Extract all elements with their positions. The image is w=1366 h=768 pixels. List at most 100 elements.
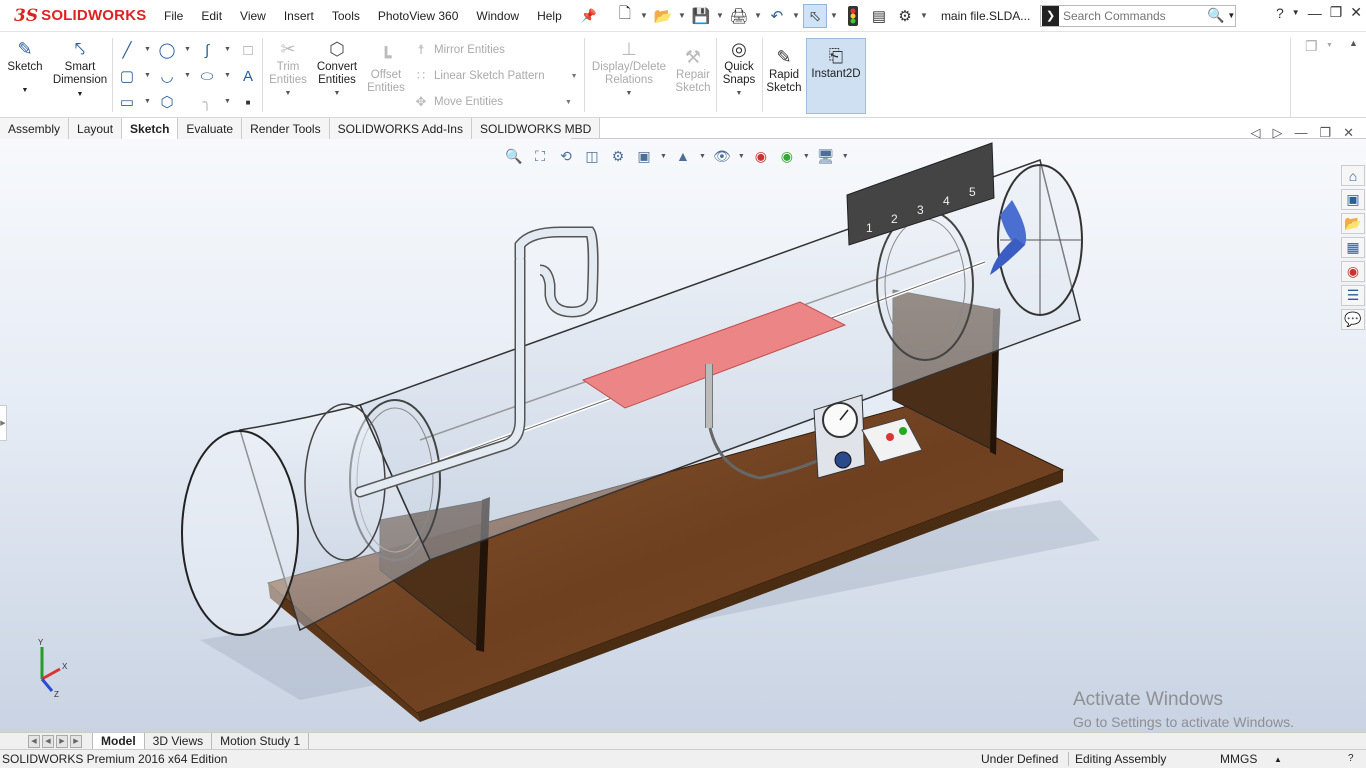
minimize-icon[interactable]: — xyxy=(1294,125,1307,141)
chevron-down-icon[interactable]: ▼ xyxy=(803,153,810,160)
menu-photoview[interactable]: PhotoView 360 xyxy=(369,9,468,23)
open-folder-icon[interactable]: 📂 xyxy=(651,4,675,28)
chevron-down-icon[interactable]: ▼ xyxy=(1227,11,1235,20)
chevron-down-icon[interactable]: ▼ xyxy=(224,46,231,53)
dynamic-annotation-icon[interactable]: ⚙ xyxy=(608,146,628,166)
fillet-icon[interactable]: ╮ xyxy=(198,93,216,111)
view-orientation-icon[interactable]: ▣ xyxy=(634,146,654,166)
construction-geometry-icon[interactable]: □ xyxy=(239,41,257,59)
tab-motion-study-1[interactable]: Motion Study 1 xyxy=(212,733,310,749)
u-tube[interactable] xyxy=(514,226,599,318)
chevron-down-icon[interactable]: ▼ xyxy=(753,11,763,20)
zoom-to-area-icon[interactable]: ⛶ xyxy=(530,146,550,166)
repair-sketch-button[interactable]: ⚒ Repair Sketch xyxy=(672,46,714,95)
chevron-down-icon[interactable]: ▼ xyxy=(285,87,292,100)
menu-file[interactable]: File xyxy=(155,9,192,23)
collapse-ribbon-icon[interactable]: ▲ xyxy=(1349,38,1358,48)
tab-solidworks-add-ins[interactable]: SOLIDWORKS Add-Ins xyxy=(329,118,472,139)
display-delete-relations-button[interactable]: ⊥ Display/Delete Relations ▼ xyxy=(590,38,668,100)
tab-model[interactable]: Model xyxy=(92,733,145,749)
menu-tools[interactable]: Tools xyxy=(323,9,369,23)
next-tab-icon[interactable]: ▶ xyxy=(56,734,68,748)
wind-tunnel-model[interactable]: 1 2 3 4 5 xyxy=(0,139,1366,732)
zoom-to-fit-icon[interactable]: 🔍 xyxy=(504,146,524,166)
unit-system[interactable]: MMGS xyxy=(1220,752,1257,766)
chevron-down-icon[interactable]: ▼ xyxy=(224,72,231,79)
file-explorer-icon[interactable]: 📂 xyxy=(1341,213,1365,234)
close-icon[interactable]: ✕ xyxy=(1343,125,1354,141)
smart-dimension-button[interactable]: ⤣ Smart Dimension ▼ xyxy=(52,38,108,101)
point-icon[interactable]: ■ xyxy=(239,93,257,111)
tab-evaluate[interactable]: Evaluate xyxy=(178,118,243,139)
previous-tab-icon[interactable]: ◀ xyxy=(42,734,54,748)
instant2d-button[interactable]: ⎗ Instant2D xyxy=(806,38,866,114)
chevron-down-icon[interactable]: ▼ xyxy=(829,11,839,20)
pin-icon[interactable]: 📌 xyxy=(581,8,597,24)
chevron-down-icon[interactable]: ▼ xyxy=(184,72,191,79)
display-style-icon[interactable]: ▲ xyxy=(673,146,693,166)
chevron-down-icon[interactable]: ▼ xyxy=(639,11,649,20)
restore-icon[interactable]: ❐ xyxy=(1319,125,1331,141)
chevron-down-icon[interactable]: ▼ xyxy=(144,46,151,53)
circle-icon[interactable]: ◯ xyxy=(158,41,176,59)
restore-icon[interactable]: ❐ xyxy=(1330,4,1343,21)
chevron-down-icon[interactable]: ▼ xyxy=(677,11,687,20)
chevron-down-icon[interactable]: ▼ xyxy=(738,153,745,160)
ellipse-icon[interactable]: ⬭ xyxy=(198,67,216,85)
menu-help[interactable]: Help xyxy=(528,9,571,23)
rebuild-traffic-light-icon[interactable] xyxy=(841,4,865,28)
chevron-down-icon[interactable]: ▼ xyxy=(842,153,849,160)
select-pointer-icon[interactable]: ⬁ xyxy=(802,3,827,28)
menu-insert[interactable]: Insert xyxy=(275,9,323,23)
spline-icon[interactable]: ∫ xyxy=(198,41,216,59)
chevron-up-icon[interactable]: ▲ xyxy=(1274,755,1282,764)
chevron-down-icon[interactable]: ▼ xyxy=(1292,8,1300,17)
design-library-icon[interactable]: ▣ xyxy=(1341,189,1365,210)
tab-layout[interactable]: Layout xyxy=(69,118,123,139)
print-icon[interactable]: 🖨 xyxy=(727,4,751,28)
chevron-down-icon[interactable]: ▼ xyxy=(224,98,231,105)
forum-icon[interactable]: 💬 xyxy=(1341,309,1365,330)
solidworks-logo[interactable]: 3S SOLIDWORKS xyxy=(0,0,155,32)
mirror-entities-button[interactable]: ☨ Mirror Entities xyxy=(412,42,504,58)
last-tab-icon[interactable]: ▶ xyxy=(70,734,82,748)
save-icon[interactable]: 💾 xyxy=(689,4,713,28)
chevron-down-icon[interactable]: ▼ xyxy=(77,88,84,101)
chevron-down-icon[interactable]: ▼ xyxy=(715,11,725,20)
search-input[interactable] xyxy=(1062,8,1203,23)
help-icon[interactable]: ? xyxy=(1348,753,1354,764)
menu-edit[interactable]: Edit xyxy=(192,9,231,23)
apply-scene-icon[interactable]: ◉ xyxy=(777,146,797,166)
inlet-mouth[interactable] xyxy=(181,430,299,636)
first-tab-icon[interactable]: ◀ xyxy=(28,734,40,748)
polygon-icon[interactable]: ⬡ xyxy=(158,93,176,111)
view-palette-icon[interactable]: ▦ xyxy=(1341,237,1365,258)
tab-render-tools[interactable]: Render Tools xyxy=(242,118,330,139)
menu-view[interactable]: View xyxy=(231,9,275,23)
hide-show-items-icon[interactable]: 👁 xyxy=(712,146,732,166)
close-icon[interactable]: ✕ xyxy=(1350,4,1362,21)
tab-assembly[interactable]: Assembly xyxy=(0,118,70,139)
move-entities-button[interactable]: ✥ Move Entities ▼ xyxy=(412,94,572,110)
solidworks-resources-icon[interactable]: ⌂ xyxy=(1341,165,1365,186)
chevron-down-icon[interactable]: ▼ xyxy=(571,73,578,80)
tab-solidworks-mbd[interactable]: SOLIDWORKS MBD xyxy=(471,118,601,139)
text-icon[interactable]: A xyxy=(239,67,257,85)
rapid-sketch-button[interactable]: ✎ Rapid Sketch xyxy=(764,46,804,95)
chevron-down-icon[interactable]: ▼ xyxy=(626,87,633,100)
chevron-down-icon[interactable]: ▼ xyxy=(565,99,572,106)
slot-icon[interactable]: ▭ xyxy=(118,93,136,111)
chevron-down-icon[interactable]: ▼ xyxy=(919,11,929,20)
new-document-icon[interactable]: 🗋 xyxy=(613,4,637,28)
arc-icon[interactable]: ◡ xyxy=(158,67,176,85)
feature-tree-handle[interactable]: ▶ xyxy=(0,405,7,441)
appearances-icon[interactable]: ◉ xyxy=(1341,261,1365,282)
menu-window[interactable]: Window xyxy=(467,9,528,23)
file-properties-icon[interactable]: ▤ xyxy=(867,4,891,28)
edit-appearance-icon[interactable]: ◉ xyxy=(751,146,771,166)
chevron-down-icon[interactable]: ▼ xyxy=(1326,42,1333,49)
next-view-icon[interactable]: ▷ xyxy=(1272,125,1282,141)
undo-icon[interactable]: ↶ xyxy=(765,4,789,28)
chevron-down-icon[interactable]: ▼ xyxy=(144,98,151,105)
view-settings-icon[interactable]: 🖥 xyxy=(816,146,836,166)
